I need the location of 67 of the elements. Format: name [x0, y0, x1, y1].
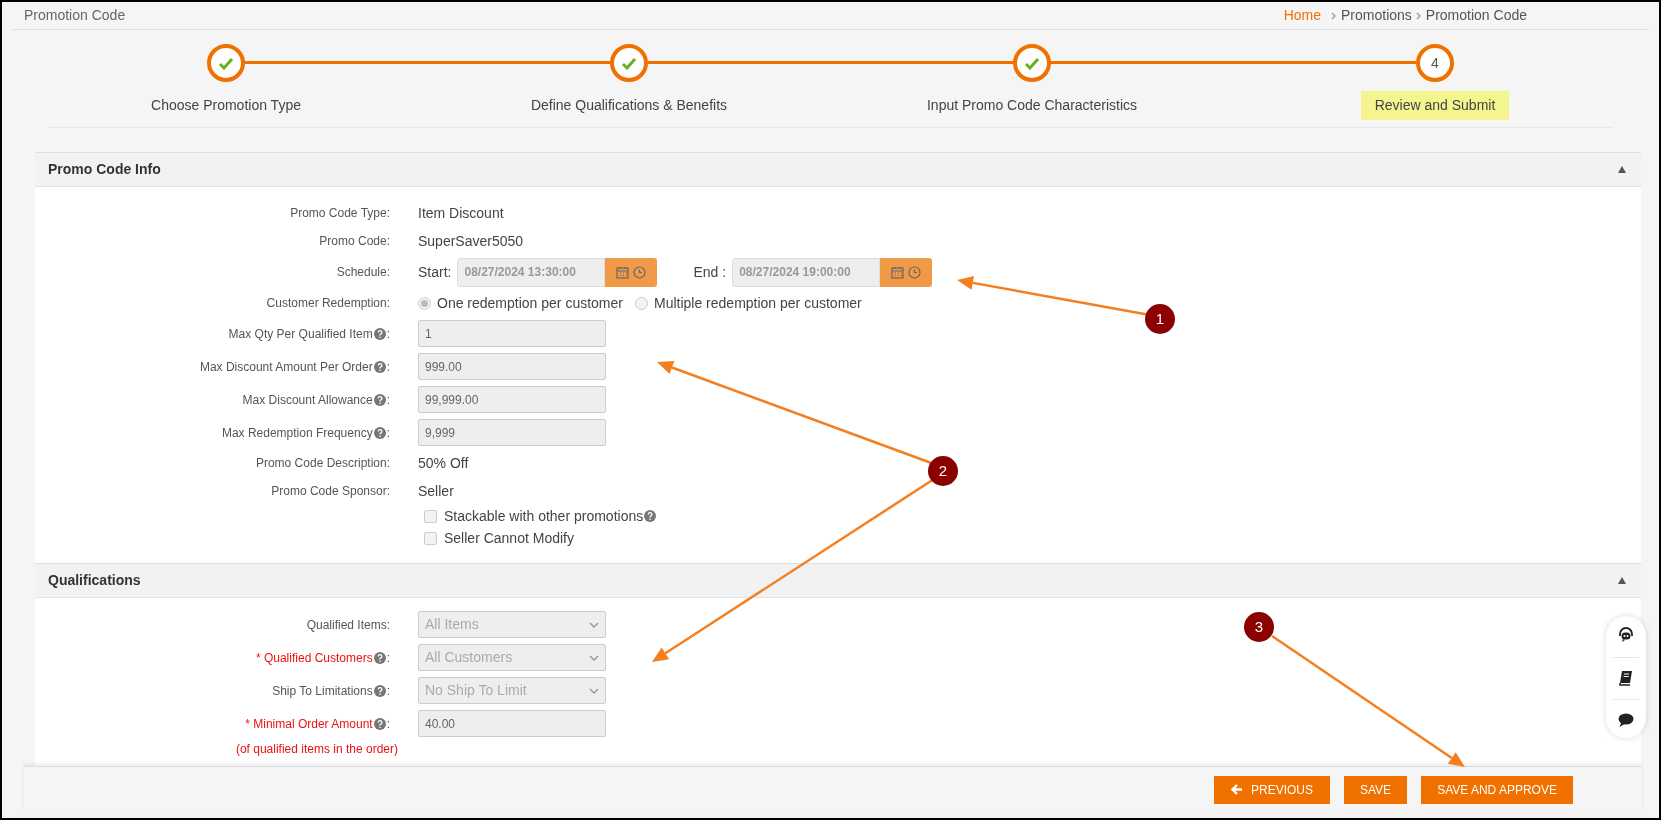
step-label[interactable]: Review and Submit [1360, 91, 1510, 120]
field-value: 50% Off [418, 453, 469, 473]
input-field[interactable]: 999.00 [418, 353, 606, 380]
footer-button[interactable]: PREVIOUS [1214, 775, 1330, 804]
chevron-down-icon [589, 654, 599, 661]
field-value: SuperSaver5050 [418, 231, 524, 251]
chevron-down-icon [589, 621, 599, 628]
step-number: 4 [1416, 44, 1454, 82]
checkbox-option[interactable]: Seller Cannot Modify [424, 527, 574, 549]
field-value: Item Discount [418, 203, 504, 223]
label-colon: : [386, 424, 390, 442]
breadcrumb-item: Promotions [1341, 6, 1412, 25]
clock-icon[interactable] [908, 265, 922, 279]
breadcrumb-item: Promotion Code [1425, 6, 1527, 25]
checkbox-option[interactable]: Stackable with other promotions [424, 505, 657, 527]
field-label: Qualified Items: [306, 616, 390, 634]
support-icon[interactable] [1617, 626, 1635, 645]
label-colon: : [386, 325, 390, 343]
footer-button[interactable]: SAVE AND APPROVE [1421, 775, 1573, 804]
radio-option[interactable]: One redemption per customer [418, 292, 623, 314]
section-title: Qualifications [48, 571, 141, 590]
check-icon [218, 56, 234, 70]
collapse-icon[interactable] [1618, 577, 1626, 584]
field-note: (of qualified items in the order) [235, 742, 398, 756]
field-label: Promo Code Type: [290, 205, 390, 222]
chat-icon[interactable] [1618, 712, 1634, 728]
section-title: Promo Code Info [48, 160, 161, 179]
field-label: Schedule: [336, 264, 390, 281]
field-label: Promo Code Sponsor: [271, 483, 390, 500]
footer-button[interactable]: SAVE [1344, 775, 1408, 804]
field-label: End : [693, 262, 727, 282]
chevron-icon [1330, 10, 1338, 21]
step-label[interactable]: Input Promo Code Characteristics [912, 91, 1152, 120]
input-field[interactable]: 99,999.00 [418, 386, 606, 413]
label-colon: : [386, 715, 390, 733]
label-colon: : [386, 682, 390, 700]
field-label: * Minimal Order Amount [245, 715, 373, 733]
book-icon[interactable] [1619, 670, 1633, 687]
step-label[interactable]: Choose Promotion Type [137, 91, 315, 120]
breadcrumb-link[interactable]: Home [1283, 5, 1321, 26]
chevron-icon [1414, 10, 1423, 21]
field-label: Max Qty Per Qualified Item [228, 325, 373, 343]
field-label: Promo Code Description: [255, 455, 390, 472]
field-label: * Qualified Customers [255, 649, 373, 667]
step-label[interactable]: Define Qualifications & Benefits [516, 91, 742, 120]
label-colon: : [386, 391, 390, 409]
field-label: Customer Redemption: [266, 295, 390, 312]
field-label: Max Discount Amount Per Order [199, 358, 373, 376]
field-label: Max Discount Allowance [242, 391, 373, 409]
input-field[interactable]: 40.00 [418, 710, 606, 737]
field-label: Promo Code: [319, 233, 390, 250]
field-label: Max Redemption Frequency [221, 424, 373, 442]
arrow-left-icon [1231, 784, 1243, 795]
field-label: Start: [418, 262, 452, 282]
radio-option[interactable]: Multiple redemption per customer [635, 292, 862, 314]
input-field[interactable]: 9,999 [418, 419, 606, 446]
check-icon [621, 56, 637, 70]
clock-icon[interactable] [633, 265, 647, 279]
input-field[interactable]: 1 [418, 320, 606, 347]
label-colon: : [386, 649, 390, 667]
page-title: Promotion Code [24, 6, 126, 25]
collapse-icon[interactable] [1618, 166, 1626, 173]
label-colon: : [386, 358, 390, 376]
check-icon [1024, 56, 1040, 70]
chevron-down-icon [589, 687, 599, 694]
field-label: Ship To Limitations [272, 682, 373, 700]
field-value: Seller [418, 481, 454, 501]
